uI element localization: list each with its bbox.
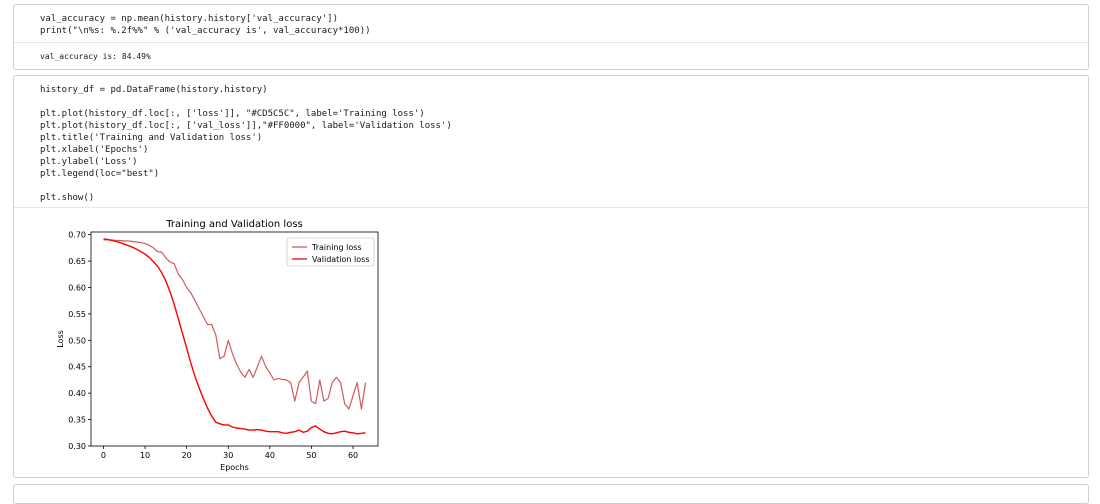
code-line: val_accuracy = np.mean(history.history['… [40, 14, 339, 24]
code-line: print("\n%s: %.2f%%" % ('val_accuracy is… [40, 26, 371, 36]
y-axis-label: Loss [56, 330, 65, 348]
code-input[interactable]: val_accuracy = np.mean(history.history['… [14, 13, 1088, 37]
code-line: plt.xlabel('Epochs') [40, 145, 149, 155]
x-tick-label: 30 [223, 451, 233, 460]
y-tick-label: 0.55 [68, 310, 86, 319]
x-tick-label: 40 [265, 451, 275, 460]
y-tick-label: 0.70 [68, 231, 86, 240]
cell-output: Training and Validation loss 0 10 20 30 40 50 6… [14, 207, 1088, 477]
code-line: plt.ylabel('Loss') [40, 157, 138, 167]
loss-chart: Training and Validation loss 0 10 20 30 40 50 6… [56, 219, 379, 472]
x-tick-label: 20 [182, 451, 192, 460]
code-cell-next[interactable] [13, 484, 1089, 504]
x-axis-label: Epochs [220, 463, 249, 472]
y-tick-label: 0.45 [68, 363, 86, 372]
y-tick-label: 0.35 [68, 416, 86, 425]
code-cell-plot[interactable]: history_df = pd.DataFrame(history.histor… [13, 75, 1089, 478]
y-tick-label: 0.30 [68, 442, 86, 451]
x-tick-label: 60 [348, 451, 358, 460]
code-cell-accuracy[interactable]: val_accuracy = np.mean(history.history['… [13, 4, 1089, 70]
code-line: plt.plot(history_df.loc[:, ['val_loss']]… [40, 121, 452, 131]
code-line: plt.show() [40, 193, 95, 203]
y-tick-label: 0.65 [68, 257, 86, 266]
x-tick-label: 50 [306, 451, 316, 460]
code-line: plt.legend(loc="best") [40, 169, 160, 179]
cell-output: val_accuracy is: 84.49% [14, 42, 1088, 70]
y-tick-label: 0.40 [68, 389, 86, 398]
series-line-validation-loss [103, 238, 366, 435]
chart-title: Training and Validation loss [165, 219, 303, 230]
y-tick-label: 0.50 [68, 336, 86, 345]
y-tick-label: 0.60 [68, 283, 86, 292]
legend-label: Validation loss [312, 255, 370, 264]
code-line: plt.title('Training and Validation loss'… [40, 133, 263, 143]
code-line: plt.plot(history_df.loc[:, ['loss']], "#… [40, 109, 425, 119]
legend-label: Training loss [311, 243, 362, 252]
code-input[interactable]: history_df = pd.DataFrame(history.histor… [14, 84, 1088, 204]
x-tick-label: 10 [140, 451, 150, 460]
x-tick-label: 0 [101, 451, 106, 460]
code-line: history_df = pd.DataFrame(history.histor… [40, 85, 268, 95]
